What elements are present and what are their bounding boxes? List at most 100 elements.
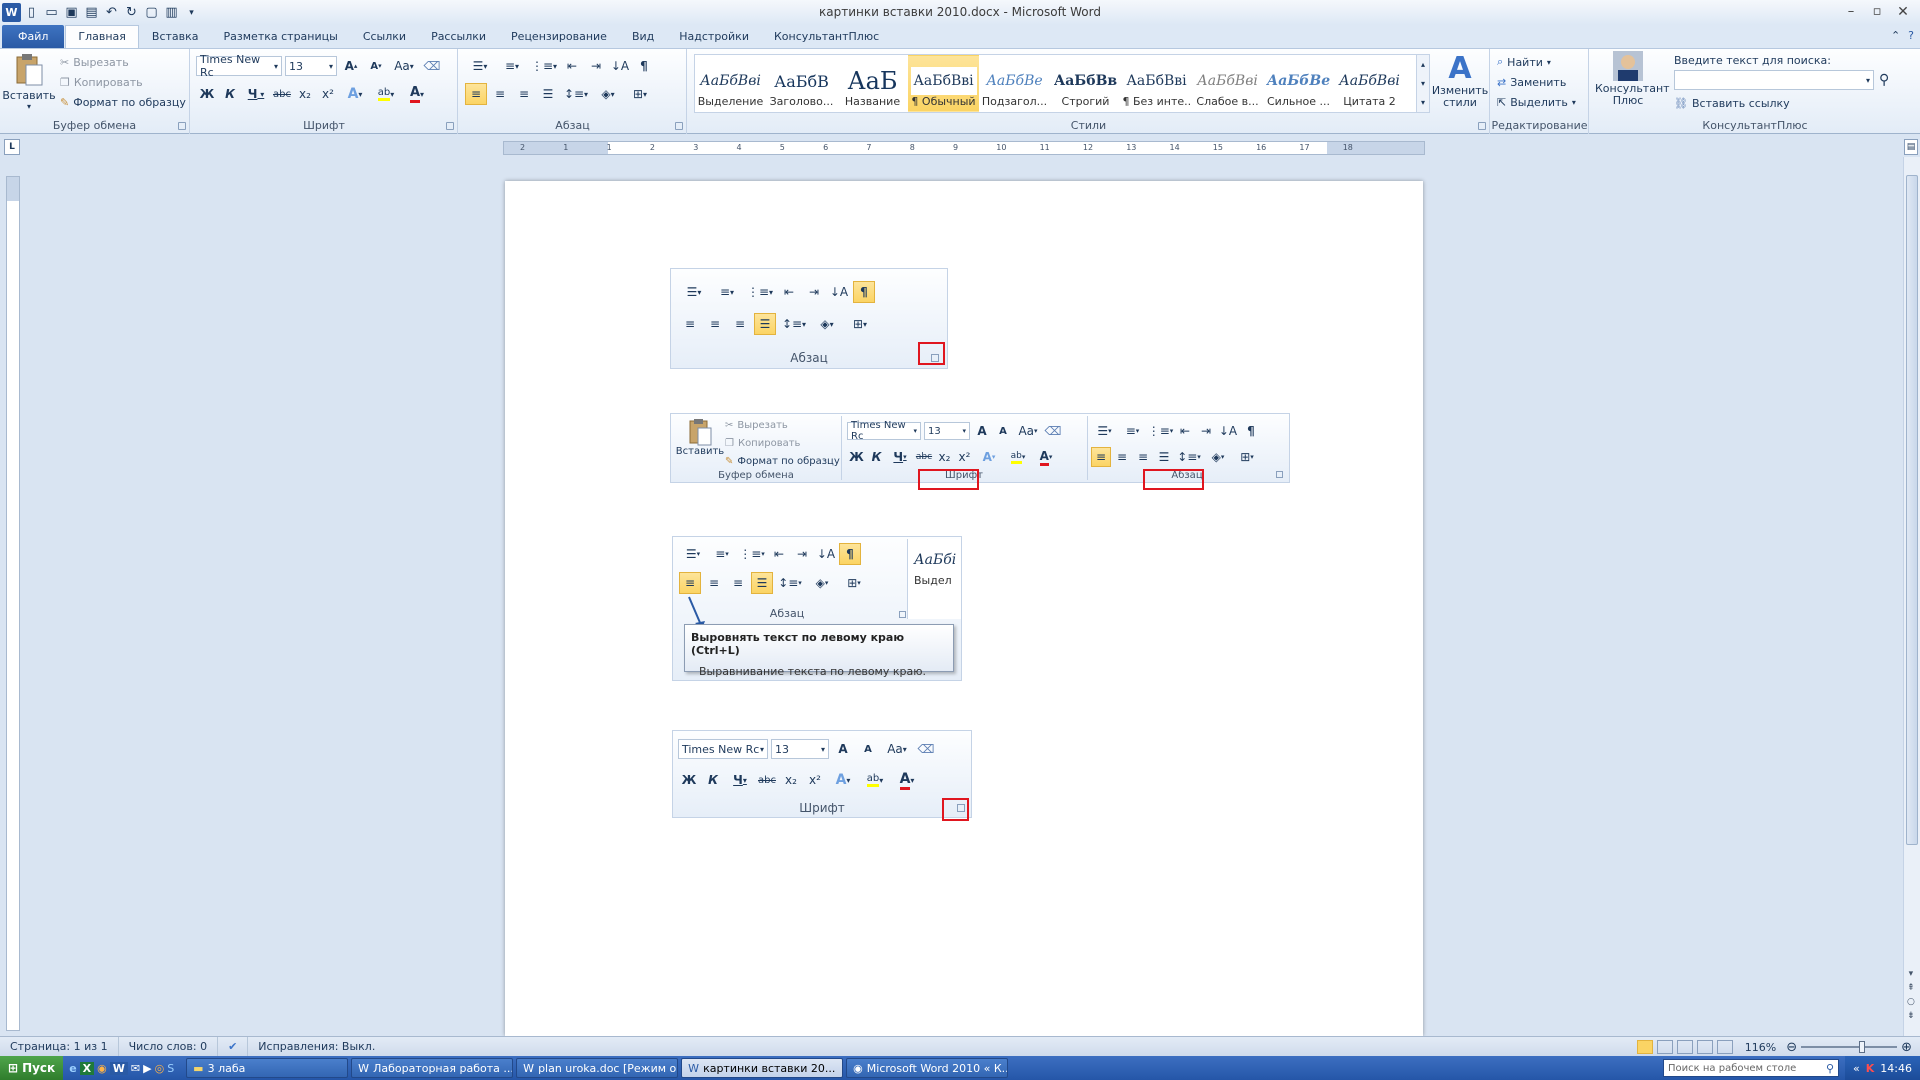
find-button[interactable]: ⌕ Найти ▾	[1497, 52, 1576, 72]
save-icon[interactable]: ▣	[62, 3, 81, 22]
highlight-color-icon[interactable]: ab ▾	[371, 83, 401, 105]
zoom-level[interactable]: 116%	[1745, 1041, 1776, 1054]
styles-launcher[interactable]	[1478, 122, 1486, 130]
track-changes-status[interactable]: Исправления: Выкл.	[248, 1037, 385, 1057]
scrollbar-thumb[interactable]	[1906, 175, 1918, 845]
antivirus-icon[interactable]: K	[1866, 1062, 1875, 1075]
clipboard-launcher[interactable]	[178, 122, 186, 130]
full-screen-reading-icon[interactable]	[1656, 1040, 1673, 1054]
format-painter-button[interactable]: ✎ Формат по образцу	[60, 92, 186, 112]
search-icon[interactable]: ⚲	[1879, 72, 1889, 88]
replace-button[interactable]: ⇄ Заменить	[1497, 72, 1576, 92]
page-count[interactable]: Страница: 1 из 1	[0, 1036, 119, 1057]
style-heading[interactable]: АаБбВ Заголово...	[766, 55, 837, 112]
task-word-lab[interactable]: W Лабораторная работа ...	[351, 1058, 514, 1078]
increase-indent-icon[interactable]: ⇥	[585, 55, 607, 77]
paste-button[interactable]: Вставить ▾	[2, 53, 56, 111]
tab-consultant[interactable]: КонсультантПлюс	[762, 25, 891, 48]
style-subtitle[interactable]: АаБбВе Подзагол...	[979, 55, 1050, 112]
word-icon[interactable]: W	[109, 1061, 128, 1075]
cut-button[interactable]: ✂ Вырезать	[60, 52, 186, 72]
next-page-icon[interactable]: ⇟	[1907, 1009, 1915, 1023]
customize-qat-icon[interactable]: ▾	[182, 3, 201, 22]
font-name-select[interactable]: Times New Rc ▾	[196, 53, 282, 79]
tab-file[interactable]: Файл	[2, 25, 65, 48]
subscript-button[interactable]: x₂	[294, 83, 316, 105]
tab-page-layout[interactable]: Разметка страницы	[212, 25, 350, 48]
start-button[interactable]: ⊞ Пуск	[0, 1056, 64, 1080]
vertical-ruler[interactable]	[6, 176, 20, 1031]
help-icon[interactable]: ?	[1908, 29, 1914, 42]
sort-icon[interactable]: ↓A	[609, 55, 631, 77]
consultant-search-input[interactable]: ▾	[1674, 70, 1874, 90]
scroll-down-icon[interactable]: ▾	[1907, 967, 1915, 981]
quick-print-icon[interactable]: ▥	[162, 3, 181, 22]
chevron-up-icon[interactable]: ▴	[1421, 60, 1425, 69]
task-word-plan[interactable]: Wplan uroka.doc [Режим о...	[516, 1058, 679, 1078]
open-folder-icon[interactable]: ▭	[42, 3, 61, 22]
style-quote2[interactable]: АаБбВві Цитата 2	[1334, 55, 1405, 112]
font-size-select[interactable]: 13 ▾	[285, 56, 337, 76]
multilevel-list-icon[interactable]: ⋮≡ ▾	[529, 55, 559, 77]
minimize-button[interactable]: –	[1838, 2, 1864, 21]
skype-icon[interactable]: S	[167, 1062, 174, 1075]
change-case-button[interactable]: Aa ▾	[390, 55, 418, 77]
web-layout-icon[interactable]	[1676, 1040, 1693, 1054]
outline-icon[interactable]	[1696, 1040, 1713, 1054]
maximize-button[interactable]: ▫	[1864, 2, 1890, 21]
style-no-spacing[interactable]: АаБбВві ¶ Без инте...	[1121, 55, 1192, 112]
horizontal-ruler[interactable]: 2 1 1 2 3 4 5 6 7 8 9 10 11 12 13 14 15 16 17 18	[503, 141, 1425, 155]
change-styles-button[interactable]: A Изменить стили	[1432, 53, 1488, 109]
excel-icon[interactable]: X	[79, 1061, 95, 1075]
text-effects-icon[interactable]: A ▾	[340, 83, 370, 105]
redo-icon[interactable]: ↻	[122, 3, 141, 22]
word-app-icon[interactable]: W	[2, 3, 21, 22]
print-layout-icon[interactable]	[1636, 1040, 1653, 1054]
style-emphasis[interactable]: АаБбВві Выделение	[695, 55, 766, 112]
view-ruler-icon[interactable]: ▤	[1904, 139, 1918, 155]
firefox-icon[interactable]: ◉	[97, 1062, 107, 1075]
bold-button[interactable]: Ж	[196, 83, 218, 105]
show-marks-icon[interactable]: ¶	[633, 55, 655, 77]
styles-scroll[interactable]: ▴ ▾ ▾	[1416, 54, 1430, 113]
proofing-icon[interactable]: ✔	[218, 1036, 249, 1057]
align-right-icon[interactable]: ≡	[513, 83, 535, 105]
tab-references[interactable]: Ссылки	[351, 25, 418, 48]
minimize-ribbon-icon[interactable]: ⌃	[1891, 29, 1900, 42]
underline-button[interactable]: Ч ▾	[242, 83, 270, 105]
shading-icon[interactable]: ◈ ▾	[593, 83, 623, 105]
browse-object-icon[interactable]: ○	[1907, 995, 1915, 1009]
bullets-icon[interactable]: ☰ ▾	[465, 55, 495, 77]
select-button[interactable]: ⇱ Выделить ▾	[1497, 92, 1576, 112]
vertical-scrollbar[interactable]: ▾ ⇞ ○ ⇟	[1903, 157, 1920, 1036]
style-intense-emphasis[interactable]: АаБбВе Сильное ...	[1263, 55, 1334, 112]
close-button[interactable]: ✕	[1890, 2, 1916, 21]
word-count[interactable]: Число слов: 0	[119, 1036, 219, 1057]
draft-icon[interactable]	[1716, 1040, 1733, 1054]
task-browser[interactable]: ◉ Microsoft Word 2010 « К...	[846, 1058, 1009, 1078]
office-icon[interactable]: ◎	[155, 1062, 165, 1075]
consultant-plus-button[interactable]: Консультант Плюс	[1590, 51, 1670, 107]
font-color-icon[interactable]: A ▾	[402, 83, 432, 105]
borders-icon[interactable]: ⊞ ▾	[625, 83, 655, 105]
desktop-search-input[interactable]: Поиск на рабочем столе ⚲	[1663, 1059, 1840, 1077]
style-subtle-emphasis[interactable]: АаБбВві Слабое в...	[1192, 55, 1263, 112]
clock[interactable]: 14:46	[1880, 1062, 1912, 1075]
task-folder[interactable]: ▬ 3 лаба	[186, 1058, 349, 1078]
superscript-button[interactable]: x²	[317, 83, 339, 105]
document-page[interactable]: ☰ ▾ ≡ ▾ ⋮≡ ▾ ⇤ ⇥ ↓A ¶ ≡ ≡ ≡ ☰ ↕≡ ▾ ◈ ▾ ⊞ ▾ Абз…	[505, 181, 1423, 1036]
tab-review[interactable]: Рецензирование	[499, 25, 619, 48]
outlook-icon[interactable]: ✉	[131, 1062, 140, 1075]
style-strong[interactable]: АаБбВв Строгий	[1050, 55, 1121, 112]
ie-icon[interactable]: e	[69, 1062, 76, 1075]
zoom-slider-thumb[interactable]	[1859, 1041, 1866, 1053]
print-preview-icon[interactable]: ▢	[142, 3, 161, 22]
align-center-icon[interactable]: ≡	[489, 83, 511, 105]
tab-addins[interactable]: Надстройки	[667, 25, 761, 48]
justify-icon[interactable]: ☰	[537, 83, 559, 105]
italic-button[interactable]: К	[219, 83, 241, 105]
paragraph-launcher[interactable]	[675, 122, 683, 130]
more-styles-icon[interactable]: ▾	[1421, 98, 1425, 107]
tab-selector-icon[interactable]: L	[4, 139, 20, 155]
clear-formatting-icon[interactable]: ⌫	[421, 55, 443, 77]
